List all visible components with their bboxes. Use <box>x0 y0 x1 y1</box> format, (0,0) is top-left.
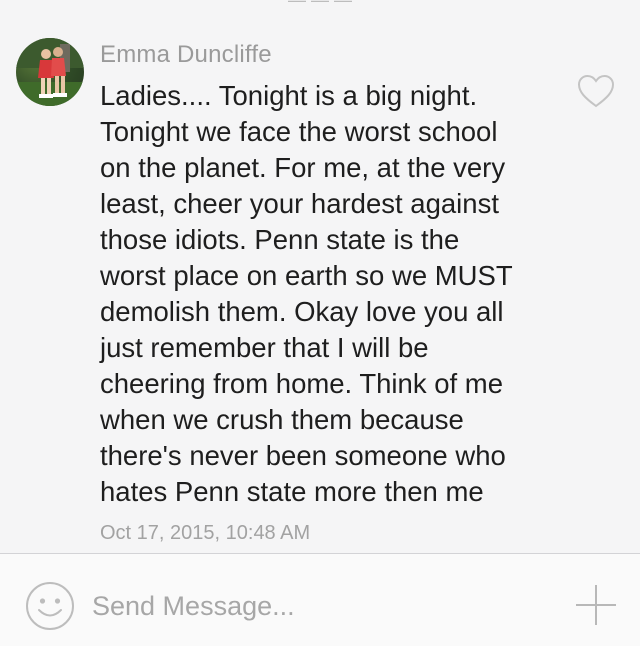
send-message-input[interactable] <box>92 586 552 626</box>
avatar[interactable] <box>16 38 84 106</box>
message-timestamp: Oct 17, 2015, 10:48 AM <box>100 522 311 544</box>
message-composer <box>0 554 640 646</box>
avatar-photo <box>16 38 84 106</box>
message-body: Ladies.... Tonight is a big night. Tonig… <box>100 80 513 507</box>
sender-name: Emma Duncliffe <box>100 41 272 68</box>
heart-icon[interactable] <box>577 73 615 111</box>
smiley-icon[interactable] <box>25 581 75 631</box>
plus-icon[interactable] <box>574 583 618 627</box>
message-item: Emma Duncliffe Ladies.... Tonight is a b… <box>0 0 640 553</box>
